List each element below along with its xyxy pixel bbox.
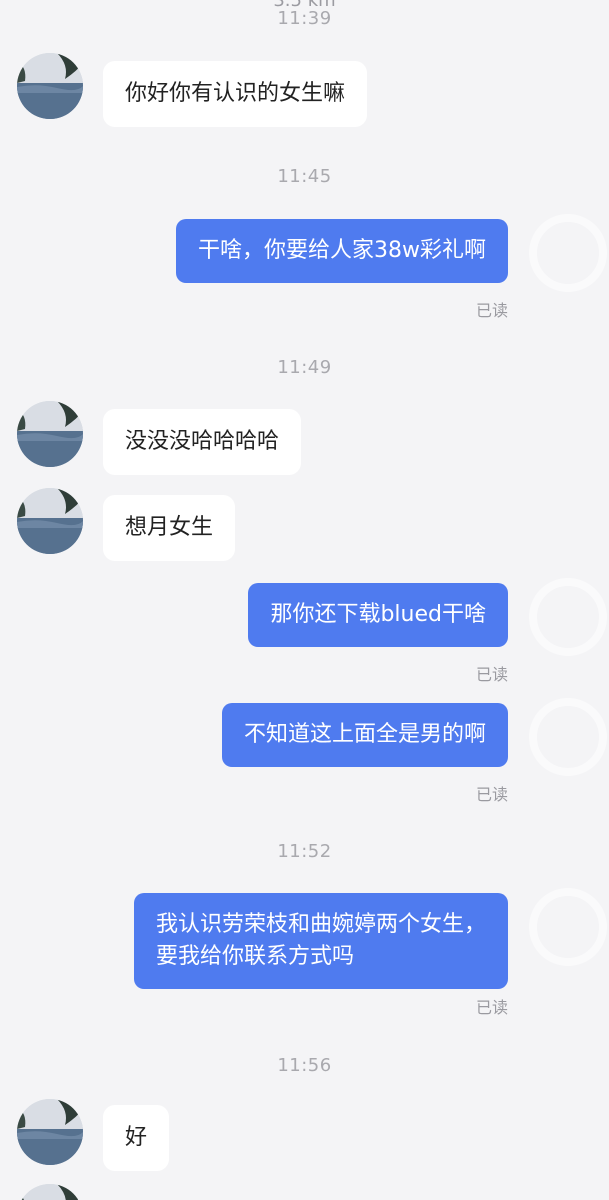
outgoing-message[interactable]: 我认识劳荣枝和曲婉婷两个女生， 要我给你联系方式吗: [133, 893, 508, 989]
timestamp: 11:45: [277, 166, 332, 187]
read-receipt: 已读: [475, 301, 508, 320]
message-line: 要我给你联系方式吗: [155, 944, 354, 969]
avatar[interactable]: [17, 53, 83, 119]
avatar[interactable]: [17, 1184, 83, 1200]
lake-photo-icon: [17, 1099, 83, 1165]
outgoing-message[interactable]: 那你还下载blued干啥: [248, 583, 508, 647]
outgoing-message[interactable]: 不知道这上面全是男的啊: [221, 703, 508, 767]
incoming-message[interactable]: 好: [103, 1105, 170, 1171]
read-receipt: 已读: [475, 998, 508, 1017]
lake-photo-icon: [17, 401, 83, 467]
timestamp: 11:52: [277, 841, 332, 862]
incoming-message[interactable]: 想月女生: [103, 495, 236, 561]
timestamp: 11:56: [277, 1055, 332, 1076]
read-receipt: 已读: [475, 785, 508, 804]
own-avatar[interactable]: [529, 888, 607, 966]
incoming-message[interactable]: 没没没哈哈哈哈: [103, 409, 302, 475]
avatar[interactable]: [17, 488, 83, 554]
outgoing-message[interactable]: 干啥，你要给人家38w彩礼啊: [176, 219, 508, 283]
own-avatar[interactable]: [529, 698, 607, 776]
avatar[interactable]: [17, 401, 83, 467]
incoming-message[interactable]: 你好你有认识的女生嘛: [103, 61, 368, 127]
timestamp: 11:49: [277, 357, 332, 378]
lake-photo-icon: [17, 488, 83, 554]
chat-conversation: 3.5 km 11:39 你好你有认识的女生嘛 11:45 干啥，你要给人家38…: [0, 0, 609, 1200]
lake-photo-icon: [17, 1184, 83, 1200]
timestamp: 11:39: [277, 8, 332, 29]
avatar[interactable]: [17, 1099, 83, 1165]
own-avatar[interactable]: [529, 578, 607, 656]
own-avatar[interactable]: [529, 214, 607, 292]
read-receipt: 已读: [475, 665, 508, 684]
lake-photo-icon: [17, 53, 83, 119]
message-line: 我认识劳荣枝和曲婉婷两个女生，: [155, 912, 486, 937]
